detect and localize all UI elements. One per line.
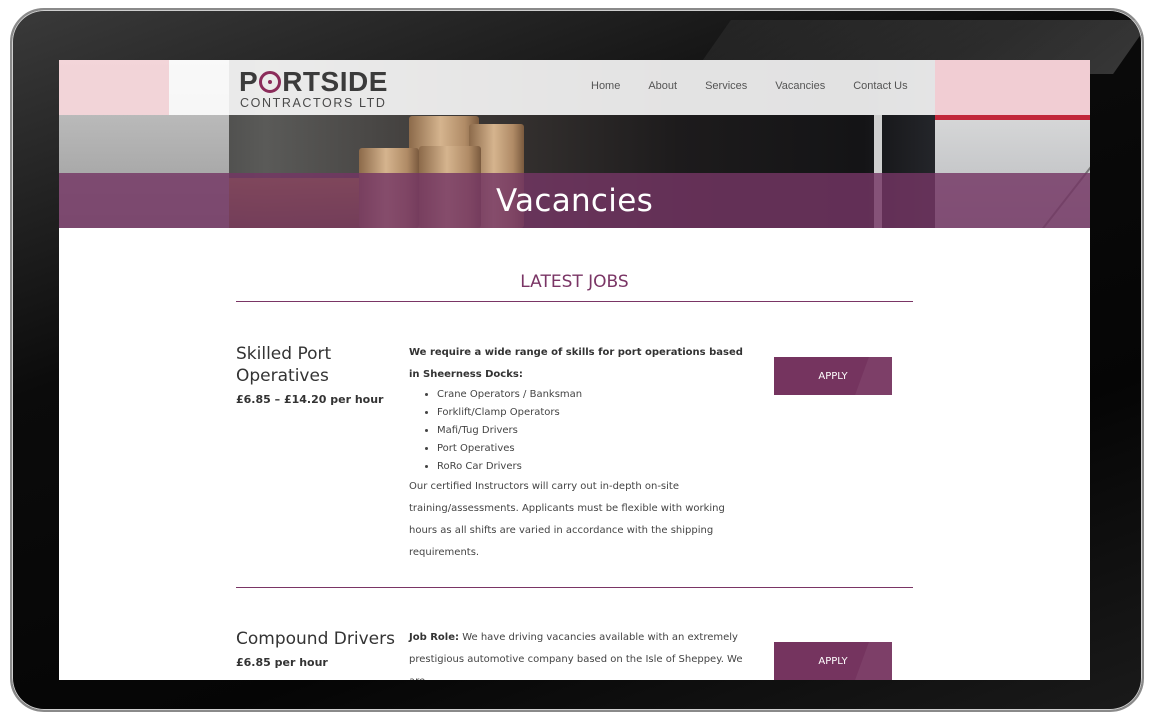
list-item: RoRo Car Drivers [437, 458, 744, 476]
job-pay: £6.85 – £14.20 per hour [236, 393, 384, 406]
section-divider [236, 301, 913, 302]
nav-about[interactable]: About [648, 80, 677, 92]
main-nav: Home About Services Vacancies Contact Us [591, 80, 936, 92]
list-item: Crane Operators / Banksman [437, 386, 744, 404]
nav-home[interactable]: Home [591, 80, 620, 92]
section-title: LATEST JOBS [520, 272, 629, 292]
page-title-band: Vacancies [59, 173, 1090, 228]
site-logo[interactable]: P RTSIDE CONTRACTORS LTD [239, 66, 389, 110]
nav-services[interactable]: Services [705, 80, 747, 92]
nav-contact-us[interactable]: Contact Us [853, 80, 907, 92]
job-title: Skilled Port Operatives [236, 344, 332, 386]
job-role-label: Job Role: [409, 632, 460, 643]
job-body: Our certified Instructors will carry out… [409, 481, 725, 558]
list-item: Mafi/Tug Drivers [437, 422, 744, 440]
list-item: Port Operatives [437, 440, 744, 458]
logo-wordmark: P RTSIDE [239, 66, 388, 97]
job-title: Compound Drivers [236, 629, 395, 649]
job-intro: We require a wide range of skills for po… [409, 347, 743, 380]
apply-button[interactable]: APPLY [774, 357, 892, 395]
browser-screen: P RTSIDE CONTRACTORS LTD Home About Servi… [59, 60, 1090, 680]
ship-wheel-icon [259, 71, 282, 93]
hero-banner: P RTSIDE CONTRACTORS LTD Home About Servi… [59, 60, 1090, 228]
job-description: We require a wide range of skills for po… [409, 342, 744, 564]
list-item: Forklift/Clamp Operators [437, 404, 744, 422]
apply-button[interactable]: APPLY [774, 642, 892, 680]
site-header: P RTSIDE CONTRACTORS LTD Home About Servi… [59, 60, 1090, 115]
job-body: We have driving vacancies available with… [409, 632, 743, 680]
job-divider [236, 587, 913, 588]
job-pay: £6.85 per hour [236, 656, 328, 669]
logo-subtitle: CONTRACTORS LTD [240, 96, 387, 110]
page-title: Vacancies [495, 182, 654, 219]
job-description: Job Role: We have driving vacancies avai… [409, 627, 744, 680]
nav-vacancies[interactable]: Vacancies [775, 80, 825, 92]
job-skills-list: Crane Operators / Banksman Forklift/Clam… [409, 386, 744, 476]
